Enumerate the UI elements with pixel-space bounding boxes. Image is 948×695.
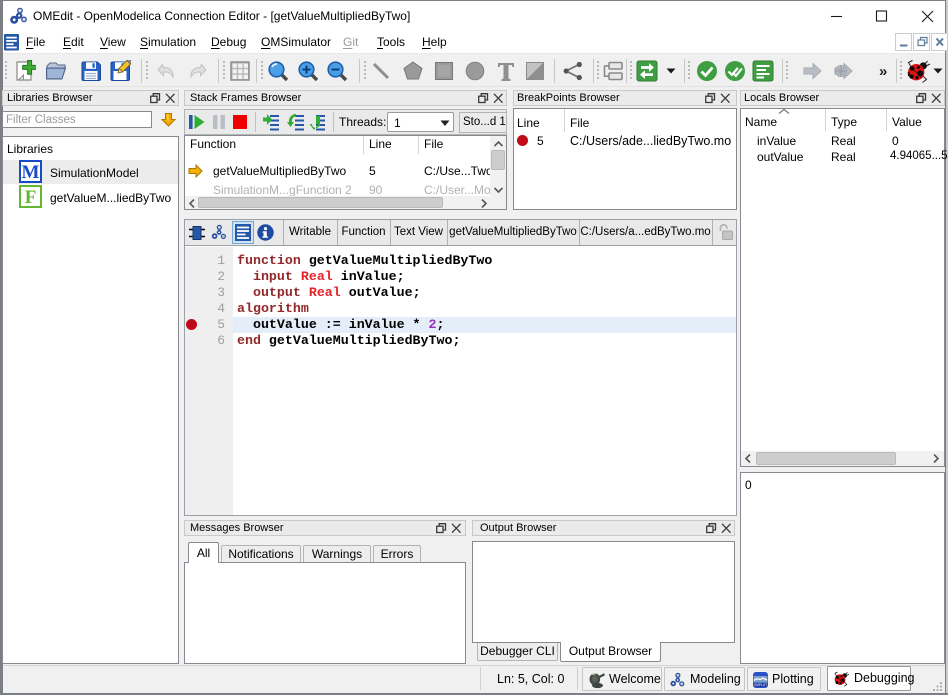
svg-text:F: F (25, 187, 37, 208)
svg-text:M: M (22, 162, 40, 183)
svg-text:OMPLOT: OMPLOT (754, 683, 768, 687)
